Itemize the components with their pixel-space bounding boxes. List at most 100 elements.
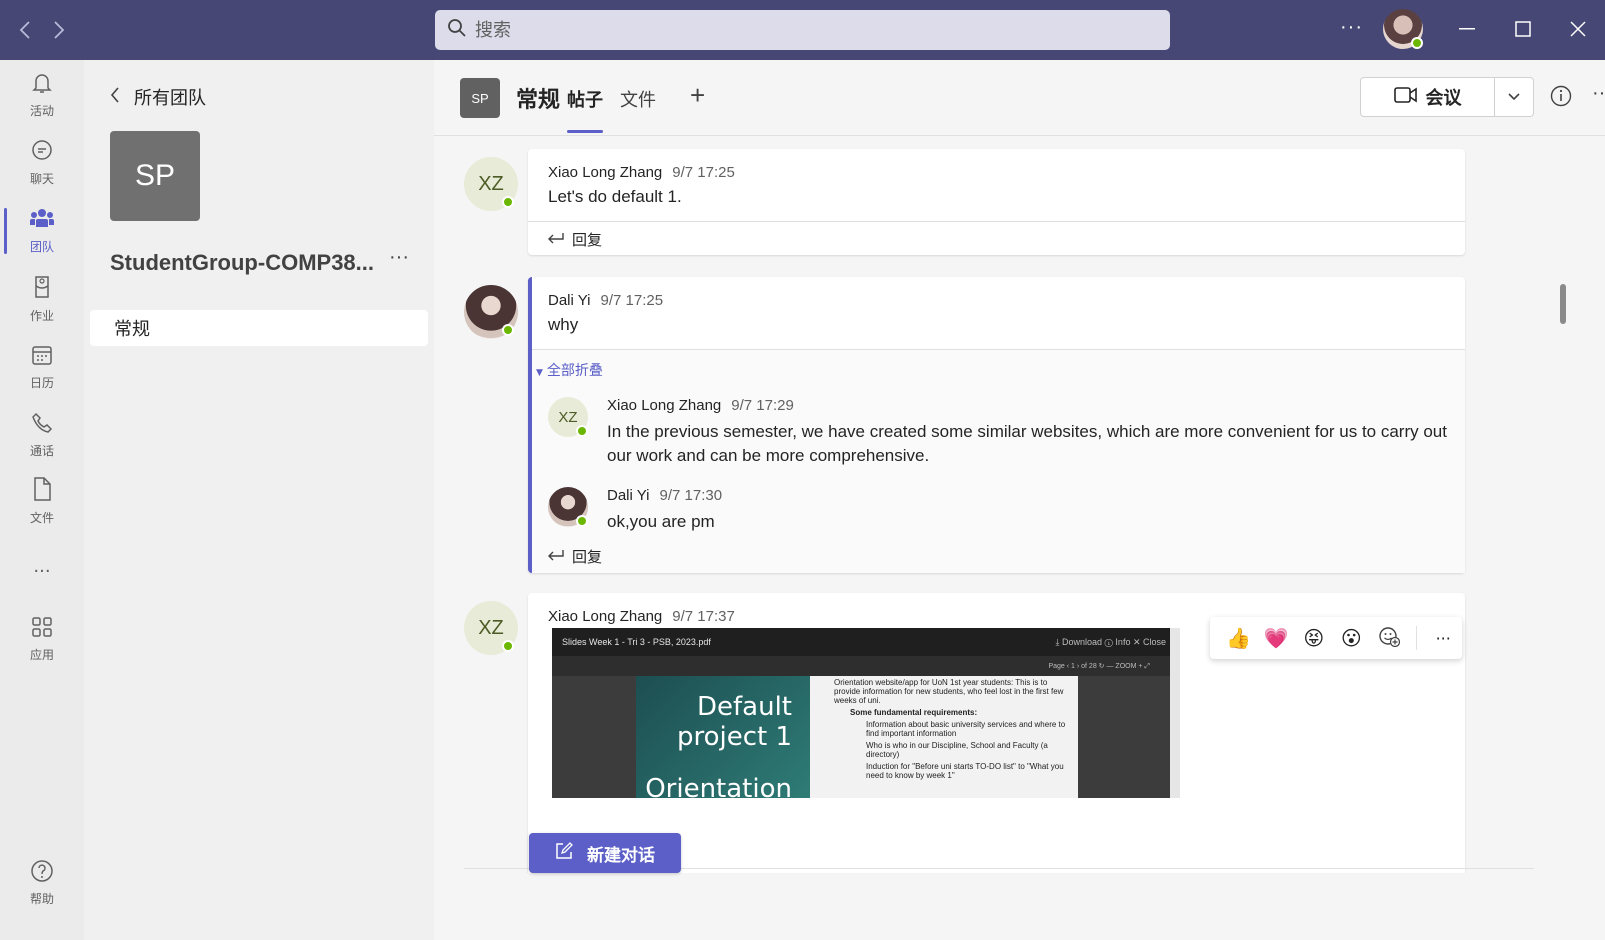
rail-item-calls[interactable]: 通话	[0, 402, 84, 468]
assignments-icon	[30, 274, 54, 307]
pdf-scrollbar[interactable]	[1170, 628, 1180, 798]
forward-arrow-icon[interactable]	[42, 10, 76, 50]
surprised-icon[interactable]: 😮	[1333, 626, 1371, 650]
author-name[interactable]: Xiao Long Zhang	[548, 164, 662, 181]
collapse-all-link[interactable]: ▼全部折叠	[536, 360, 603, 380]
presence-available-icon	[1411, 37, 1423, 49]
pdf-toolbar[interactable]: ⤓ Download ⓘ Info ✕ Close	[1056, 637, 1166, 648]
team-more-icon[interactable]: ···	[389, 246, 409, 269]
timestamp: 9/7 17:37	[672, 608, 735, 625]
timestamp: 9/7 17:25	[600, 292, 664, 309]
phone-icon	[30, 411, 54, 442]
meet-dropdown[interactable]	[1494, 77, 1534, 117]
message-more-icon[interactable]: ···	[1424, 629, 1462, 648]
add-reaction-icon[interactable]	[1370, 625, 1408, 652]
channel-more-icon[interactable]: ···	[1592, 82, 1605, 105]
rail-label: 帮助	[29, 892, 54, 906]
channel-header: SP 常规 帖子 文件 + 会议 ···	[434, 60, 1605, 136]
reply-button[interactable]: 回复	[546, 229, 602, 250]
app-rail: 活动 聊天 团队 作业 日历 通话 文件 ··· 应用 帮助	[0, 60, 84, 940]
heart-icon[interactable]: 💗	[1258, 626, 1296, 650]
rail-label: 团队	[29, 240, 54, 254]
chat-icon	[30, 139, 54, 170]
compose-icon	[555, 841, 587, 865]
rail-item-apps[interactable]: 应用	[0, 606, 84, 672]
collapse-label: 全部折叠	[546, 363, 603, 379]
file-icon	[31, 476, 53, 509]
message-line: our work and can be more comprehensive.	[607, 446, 930, 465]
slide-point: Information about basic university servi…	[866, 720, 1066, 738]
rail-item-files[interactable]: 文件	[0, 468, 84, 534]
minimize-icon[interactable]	[1452, 14, 1482, 44]
author-name[interactable]: Xiao Long Zhang	[607, 397, 721, 414]
reply-label: 回复	[572, 548, 603, 566]
profile-avatar[interactable]	[1383, 9, 1423, 49]
rail-label: 聊天	[29, 172, 54, 186]
slide-content-panel: Orientation website/app for UoN 1st year…	[810, 676, 1078, 798]
author-name[interactable]: Dali Yi	[607, 487, 650, 504]
channel-item-general[interactable]: 常规	[90, 310, 428, 346]
tab-posts[interactable]: 帖子	[567, 86, 603, 133]
settings-more-icon[interactable]: ···	[1340, 16, 1363, 39]
slide-point: Induction for "Before uni starts TO-DO l…	[866, 762, 1064, 780]
chevron-left-icon	[110, 86, 120, 108]
replies-thread: ▼ 全部折叠 XZ Xiao Long Zhang 9/7 17:29 In the…	[528, 350, 1465, 573]
channel-view: SP 常规 帖子 文件 + 会议 ··· XZ Xiao Long Zhang9…	[434, 60, 1605, 940]
search-input[interactable]	[475, 19, 1155, 41]
rail-item-help[interactable]: 帮助	[0, 850, 84, 916]
help-icon	[30, 859, 54, 890]
calendar-icon	[30, 343, 54, 374]
post-card: Xiao Long Zhang 9/7 17:25 Let's do defaul…	[528, 149, 1465, 255]
history-nav	[8, 10, 76, 50]
channel-title: 常规	[516, 88, 561, 113]
meet-button[interactable]: 会议	[1360, 77, 1495, 117]
slide-bullet: Orientation website/app for UoN 1st year…	[834, 678, 1064, 705]
post-header: Xiao Long Zhang 9/7 17:37	[548, 608, 735, 625]
reply-header: Dali Yi 9/7 17:30	[607, 487, 722, 504]
rail-item-activity[interactable]: 活动	[0, 62, 84, 128]
bell-icon	[30, 71, 54, 102]
unread-marker	[528, 475, 532, 539]
channel-avatar: SP	[460, 78, 500, 118]
pdf-attachment-preview[interactable]: Slides Week 1 - Tri 3 - PSB, 2023.pdf ⤓ …	[552, 628, 1180, 798]
rail-item-calendar[interactable]: 日历	[0, 334, 84, 400]
presence-available-icon	[502, 324, 514, 336]
message-line: In the previous semester, we have create…	[607, 422, 1447, 441]
thumbs-up-icon[interactable]: 👍	[1220, 626, 1258, 650]
search-icon	[447, 18, 475, 43]
tab-files[interactable]: 文件	[620, 86, 656, 112]
title-bar: ···	[0, 0, 1605, 60]
team-name: StudentGroup-COMP38...	[110, 250, 374, 275]
all-teams-link[interactable]: 所有团队	[110, 84, 206, 110]
rail-label: 文件	[29, 511, 54, 525]
apps-icon	[30, 615, 54, 646]
author-name[interactable]: Dali Yi	[548, 292, 591, 309]
info-icon[interactable]	[1550, 85, 1572, 112]
presence-available-icon	[502, 196, 514, 208]
new-conversation-button[interactable]: 新建对话	[529, 833, 681, 873]
more-icon: ···	[33, 560, 51, 582]
slide-point: Who is who in our Discipline, School and…	[866, 741, 1048, 759]
reply-icon	[546, 231, 572, 249]
reply-button[interactable]: 回复	[546, 546, 602, 567]
reply-header: Xiao Long Zhang 9/7 17:29	[607, 397, 794, 414]
rail-item-assignments[interactable]: 作业	[0, 266, 84, 332]
add-tab-icon[interactable]: +	[690, 80, 705, 111]
rail-item-teams[interactable]: 团队	[0, 198, 84, 264]
reply-label: 回复	[572, 231, 603, 249]
feed-scrollbar[interactable]	[1560, 284, 1566, 324]
search-box[interactable]	[435, 10, 1170, 50]
teams-icon	[29, 207, 55, 238]
laugh-icon[interactable]: 😝	[1295, 626, 1333, 650]
pdf-pager[interactable]: Page ‹ 1 › of 28 ↻ — ZOOM + ⤢	[552, 656, 1180, 676]
post-header: Dali Yi 9/7 17:25	[548, 292, 663, 309]
rail-item-chat[interactable]: 聊天	[0, 130, 84, 196]
close-icon[interactable]	[1563, 14, 1593, 44]
rail-item-more[interactable]: ···	[0, 538, 84, 604]
slide-title: Default project 1	[676, 692, 792, 752]
reply-icon	[546, 548, 572, 566]
back-arrow-icon[interactable]	[8, 10, 42, 50]
maximize-icon[interactable]	[1508, 14, 1538, 44]
meet-label: 会议	[1425, 88, 1462, 109]
author-name[interactable]: Xiao Long Zhang	[548, 608, 662, 625]
